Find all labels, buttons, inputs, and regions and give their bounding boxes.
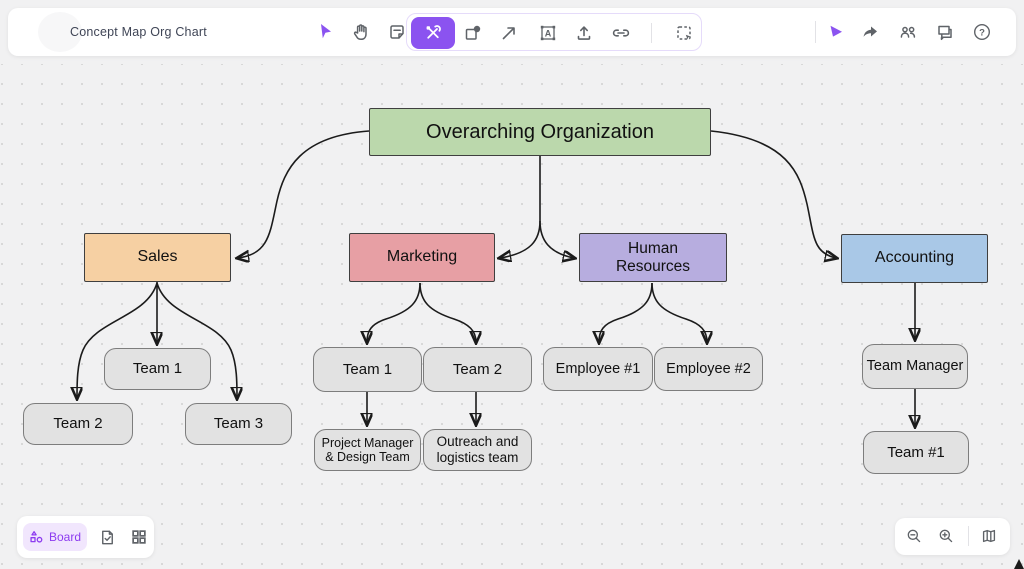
text-tool-button[interactable]: A — [534, 19, 562, 47]
help-glyph: ? — [979, 28, 985, 39]
board-shapes-icon — [30, 530, 43, 543]
node-root[interactable]: Overarching Organization — [369, 108, 711, 156]
laser-pointer-button[interactable] — [822, 18, 850, 46]
connector-arrow-icon — [502, 27, 515, 40]
bottom-left-dock: Board — [17, 516, 154, 558]
document-title[interactable]: Concept Map Org Chart — [70, 25, 207, 39]
share-arrow-icon — [863, 26, 877, 37]
grid-icon — [132, 530, 146, 544]
zoom-in-icon — [939, 529, 953, 543]
node-marketing-team2[interactable]: Team 2 — [423, 347, 532, 392]
zoom-out-button[interactable] — [903, 525, 925, 547]
hand-icon — [353, 24, 367, 41]
right-divider — [815, 21, 816, 43]
node-sales-team3-label: Team 3 — [213, 415, 264, 433]
shapes-icon — [465, 25, 481, 40]
group-divider — [651, 23, 652, 43]
node-outreach-team-label: Outreach and logistics team — [436, 434, 519, 465]
shapes-tool-button[interactable] — [459, 19, 487, 47]
node-marketing-label: Marketing — [386, 248, 458, 266]
creation-tools-group: A — [406, 13, 702, 51]
bottom-right-dock — [895, 518, 1010, 555]
board-label: Board — [48, 530, 82, 544]
node-sales-team1[interactable]: Team 1 — [104, 348, 211, 390]
node-hr[interactable]: Human Resources — [579, 233, 727, 282]
node-sales-team3[interactable]: Team 3 — [185, 403, 292, 445]
node-marketing-team1-label: Team 1 — [342, 360, 393, 378]
text-frame-icon: A — [540, 25, 556, 41]
node-marketing-team1[interactable]: Team 1 — [313, 347, 422, 392]
node-sales-team1-label: Team 1 — [132, 360, 183, 378]
doc-check-icon — [101, 530, 113, 544]
share-button[interactable] — [856, 18, 884, 46]
node-acct-team1[interactable]: Team #1 — [863, 431, 969, 474]
marquee-select-button[interactable] — [670, 19, 698, 47]
node-hr-label: Human Resources — [615, 239, 691, 275]
node-project-manager-team[interactable]: Project Manager & Design Team — [314, 429, 421, 471]
node-sales-team2-label: Team 2 — [53, 415, 103, 433]
cursor-icon — [321, 24, 331, 39]
zoom-out-icon — [907, 529, 921, 543]
collaborators-button[interactable] — [894, 18, 922, 46]
node-accounting-label: Accounting — [874, 249, 955, 267]
node-team-manager-label: Team Manager — [866, 358, 964, 375]
select-tool-button[interactable] — [312, 18, 340, 46]
zoom-in-button[interactable] — [935, 525, 957, 547]
node-employee-1-label: Employee #1 — [555, 360, 641, 377]
node-outreach-team[interactable]: Outreach and logistics team — [423, 429, 532, 471]
node-sales-team2[interactable]: Team 2 — [23, 403, 133, 445]
laser-pointer-icon — [830, 25, 842, 37]
help-button[interactable]: ? — [968, 18, 996, 46]
upload-icon — [577, 26, 591, 40]
people-icon — [900, 26, 916, 38]
comments-icon — [938, 25, 952, 41]
tools-icon — [426, 25, 441, 39]
node-employee-2-label: Employee #2 — [666, 360, 751, 377]
node-root-label: Overarching Organization — [426, 120, 654, 143]
connector-tool-button[interactable] — [495, 19, 523, 47]
hand-tool-button[interactable] — [347, 18, 375, 46]
text-tool-glyph: A — [545, 28, 552, 38]
board-switcher-button[interactable]: Board — [23, 523, 87, 551]
widgets-button[interactable] — [127, 525, 151, 549]
marquee-icon — [677, 26, 691, 40]
node-employee-1[interactable]: Employee #1 — [543, 347, 653, 391]
comments-button[interactable] — [931, 18, 959, 46]
node-project-manager-team-label: Project Manager & Design Team — [321, 435, 414, 464]
node-employee-2[interactable]: Employee #2 — [654, 347, 763, 391]
mouse-cursor-fragment — [1014, 559, 1024, 569]
dock-divider — [968, 526, 969, 546]
node-marketing-team2-label: Team 2 — [452, 360, 503, 378]
link-button[interactable] — [607, 19, 635, 47]
help-icon: ? — [973, 23, 991, 41]
node-team-manager[interactable]: Team Manager — [862, 344, 968, 389]
template-button[interactable] — [95, 525, 119, 549]
link-icon — [612, 29, 630, 37]
node-sales-label: Sales — [137, 248, 178, 266]
node-marketing[interactable]: Marketing — [349, 233, 495, 282]
node-sales[interactable]: Sales — [84, 233, 231, 282]
top-toolbar: Concept Map Org Chart A ? — [8, 8, 1016, 56]
tools-button-active[interactable] — [411, 17, 455, 49]
upload-button[interactable] — [570, 19, 598, 47]
node-accounting[interactable]: Accounting — [841, 234, 988, 283]
node-acct-team1-label: Team #1 — [887, 443, 945, 461]
minimap-icon — [982, 529, 996, 543]
minimap-button[interactable] — [978, 525, 1000, 547]
sticky-note-icon — [390, 25, 404, 39]
